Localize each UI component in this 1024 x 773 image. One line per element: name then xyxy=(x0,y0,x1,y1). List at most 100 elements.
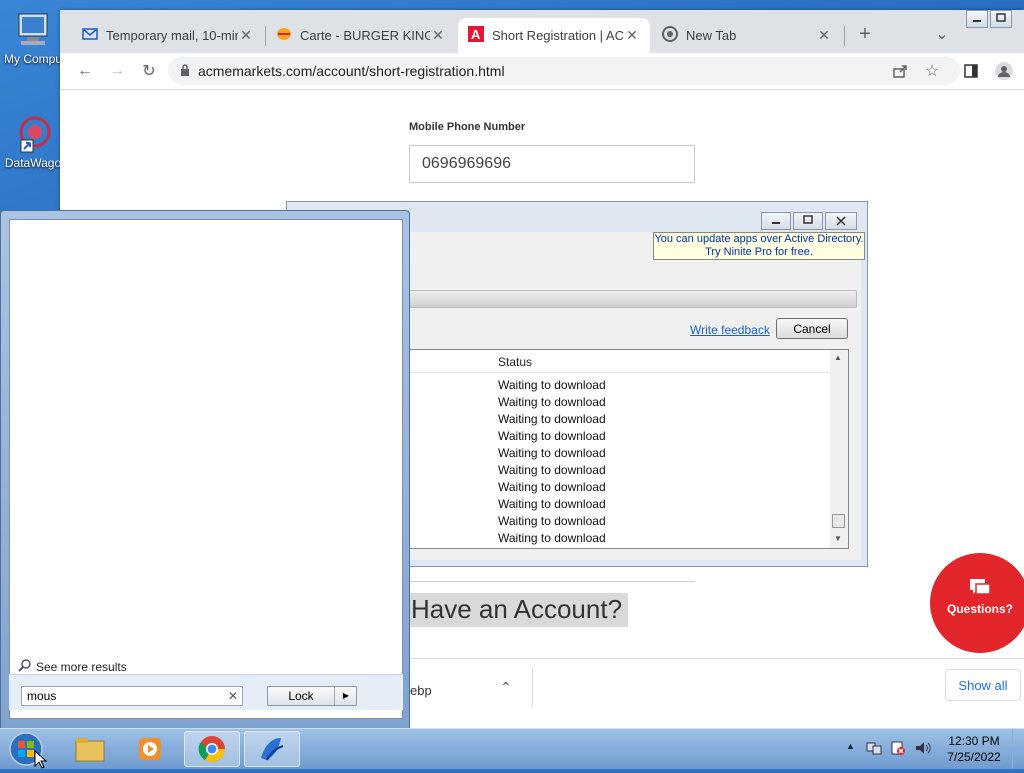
chat-icon xyxy=(930,553,1024,602)
lock-button[interactable]: Lock ▶ xyxy=(267,686,357,706)
chevron-up-icon[interactable]: ⌃ xyxy=(500,679,512,696)
acme-icon: A xyxy=(468,26,484,45)
status-list: Status Waiting to download Waiting to dow… xyxy=(393,349,849,549)
desktop-icon-my-computer[interactable]: My Compu xyxy=(2,10,64,66)
divider xyxy=(532,667,533,707)
have-account-heading: Have an Account? xyxy=(409,593,629,627)
show-desktop-button[interactable] xyxy=(1012,729,1024,769)
ninite-pro-ad[interactable]: You can update apps over Active Director… xyxy=(653,232,865,260)
close-icon[interactable]: ✕ xyxy=(238,27,254,44)
mail-icon xyxy=(82,27,98,44)
datawagon-icon xyxy=(13,114,53,154)
tab-title: Carte - BURGER KING FR xyxy=(300,28,430,43)
status-column-header[interactable]: Status xyxy=(498,355,532,369)
url-text: acmemarkets.com/account/short-registrati… xyxy=(198,63,505,79)
new-tab-button[interactable]: + xyxy=(853,22,877,46)
scrollbar[interactable]: ▲ ▼ xyxy=(830,350,848,548)
questions-label: Questions? xyxy=(946,602,1013,616)
list-header: Status xyxy=(394,350,830,373)
taskbar-explorer[interactable] xyxy=(62,731,118,767)
phone-label: Mobile Phone Number xyxy=(409,121,526,133)
write-feedback-link[interactable]: Write feedback xyxy=(690,323,770,337)
tab-temporary-mail[interactable]: Temporary mail, 10-min ✕ xyxy=(72,18,264,53)
divider xyxy=(409,581,695,582)
search-icon xyxy=(18,658,32,675)
computer-icon xyxy=(13,10,53,50)
tab-title: New Tab xyxy=(686,28,737,43)
side-panel-icon[interactable] xyxy=(959,59,983,83)
show-hidden-icons[interactable]: ▲ xyxy=(846,741,855,751)
taskbar-chrome[interactable] xyxy=(184,731,240,767)
search-results-panel: See more results xyxy=(9,219,403,719)
bird-icon xyxy=(261,738,284,761)
arrow-right-icon: → xyxy=(109,62,125,79)
volume-icon[interactable] xyxy=(914,740,932,759)
close-button[interactable] xyxy=(825,212,857,230)
close-icon[interactable]: ✕ xyxy=(816,27,832,44)
tab-short-registration[interactable]: A Short Registration | ACM ✕ xyxy=(458,18,650,53)
back-button[interactable]: ← xyxy=(73,59,97,83)
status-cell: Waiting to download xyxy=(498,514,606,528)
desktop-icon-datawagon[interactable]: DataWago xyxy=(2,114,64,170)
system-clock[interactable]: 12:30 PM 7/25/2022 xyxy=(946,733,1002,765)
status-cell: Waiting to download xyxy=(498,446,606,460)
close-icon[interactable]: ✕ xyxy=(430,27,446,44)
start-search-input[interactable]: mous ✕ xyxy=(21,686,243,706)
tab-title: Temporary mail, 10-min xyxy=(106,28,238,43)
lock-label: Lock xyxy=(288,689,314,703)
status-cell: Waiting to download xyxy=(498,531,606,545)
restore-button[interactable] xyxy=(793,212,823,230)
media-player-icon xyxy=(139,738,161,760)
tab-title: Short Registration | ACM xyxy=(492,28,624,43)
arrow-right-icon[interactable]: ▶ xyxy=(334,687,357,705)
forward-button[interactable]: → xyxy=(105,59,129,83)
tab-strip: Temporary mail, 10-min ✕ Carte - BURGER … xyxy=(60,10,1024,53)
start-menu-bottom: mous ✕ Lock ▶ xyxy=(9,674,403,710)
status-cell: Waiting to download xyxy=(498,395,606,409)
scroll-up-icon[interactable]: ▲ xyxy=(834,353,842,362)
status-cell: Waiting to download xyxy=(498,480,606,494)
taskbar-media-player[interactable] xyxy=(122,731,178,767)
network-icon[interactable] xyxy=(866,740,882,759)
burger-king-icon xyxy=(276,26,292,45)
clock-date: 7/25/2022 xyxy=(947,750,1001,764)
reload-button[interactable]: ↻ xyxy=(137,59,161,83)
clock-time: 12:30 PM xyxy=(948,734,1000,748)
taskbar: ▲ 12:30 PM 7/25/2022 xyxy=(0,728,1024,769)
tab-separator xyxy=(844,26,845,46)
minimize-button[interactable] xyxy=(761,212,791,230)
cancel-button[interactable]: Cancel xyxy=(776,318,848,339)
browser-toolbar: ← → ↻ acmemarkets.com/account/short-regi… xyxy=(60,53,1024,90)
status-cell: Waiting to download xyxy=(498,412,606,426)
restore-button[interactable] xyxy=(990,10,1012,28)
svg-text:A: A xyxy=(471,27,481,42)
start-menu: See more results mous ✕ Lock ▶ xyxy=(0,210,410,730)
share-icon[interactable] xyxy=(888,59,912,83)
profile-icon[interactable] xyxy=(992,59,1016,83)
desktop-icon-label: My Compu xyxy=(3,52,62,66)
bookmark-star-icon[interactable]: ☆ xyxy=(920,59,944,83)
close-icon[interactable]: ✕ xyxy=(624,27,640,44)
see-more-results-link[interactable]: See more results xyxy=(18,658,127,675)
tab-new-tab[interactable]: New Tab ✕ xyxy=(652,18,842,53)
status-cell: Waiting to download xyxy=(498,378,606,392)
address-bar[interactable]: acmemarkets.com/account/short-registrati… xyxy=(168,57,960,85)
action-center-icon[interactable] xyxy=(890,740,906,759)
phone-input[interactable]: 0696969696 xyxy=(409,145,695,183)
mouse-cursor-icon xyxy=(34,749,48,773)
reload-icon: ↻ xyxy=(142,63,156,80)
clear-icon[interactable]: ✕ xyxy=(228,687,238,705)
questions-button[interactable]: Questions? xyxy=(930,553,1024,653)
search-value: mous xyxy=(27,689,57,703)
chevron-down-icon: ⌄ xyxy=(935,26,949,43)
show-all-button[interactable]: Show all xyxy=(945,669,1021,701)
scroll-down-icon[interactable]: ▼ xyxy=(834,534,842,543)
minimize-button[interactable] xyxy=(966,10,988,28)
tab-burger-king[interactable]: Carte - BURGER KING FR ✕ xyxy=(266,18,456,53)
download-filename[interactable]: ebp xyxy=(410,683,432,698)
taskbar-app[interactable] xyxy=(244,731,300,767)
ad-line: Try Ninite Pro for free. xyxy=(705,246,813,258)
scrollbar-thumb[interactable] xyxy=(832,514,845,528)
tab-search-button[interactable]: ⌄ xyxy=(930,22,954,46)
lock-icon xyxy=(180,63,190,79)
